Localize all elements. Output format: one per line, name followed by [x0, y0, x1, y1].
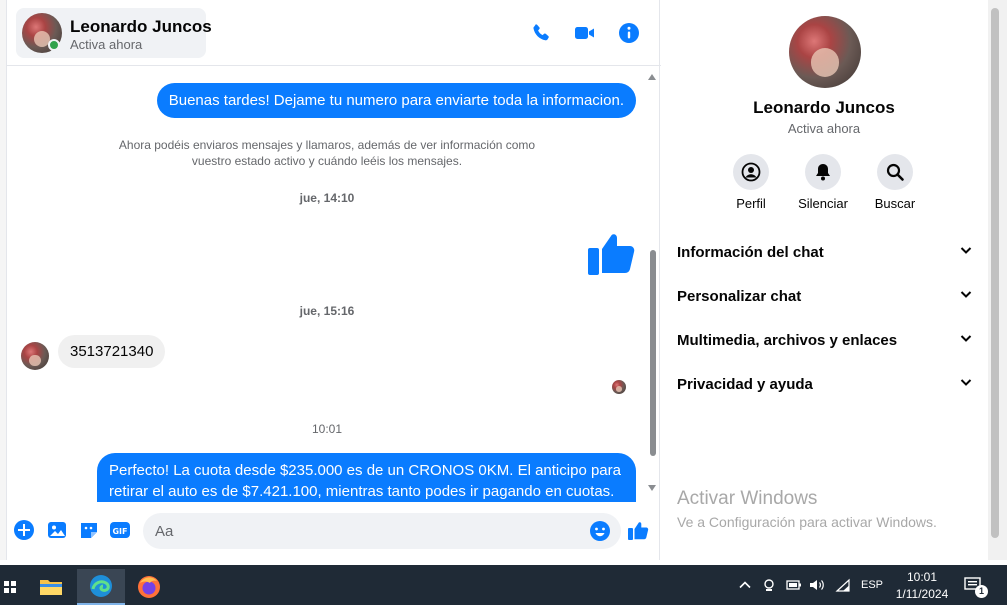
action-label: Silenciar: [798, 196, 848, 211]
video-call-icon[interactable]: [573, 21, 597, 45]
svg-text:GIF: GIF: [112, 527, 127, 536]
message-input[interactable]: [155, 521, 575, 541]
section-label: Información del chat: [677, 243, 824, 261]
info-icon[interactable]: [617, 21, 641, 45]
contact-chip[interactable]: Leonardo Juncos Activa ahora: [16, 8, 212, 58]
profile-icon: [733, 154, 769, 190]
online-indicator: [48, 39, 60, 51]
sticker-icon[interactable]: [78, 519, 100, 541]
bell-icon: [805, 154, 841, 190]
action-label: Buscar: [874, 196, 916, 211]
contact-status: Activa ahora: [70, 37, 143, 52]
language-indicator[interactable]: ESP: [861, 565, 883, 605]
file-explorer-icon[interactable]: [27, 569, 75, 605]
chevron-down-icon: [959, 243, 973, 262]
like-button[interactable]: [627, 519, 649, 541]
edge-browser-icon[interactable]: [77, 569, 125, 605]
conversation-info-panel: Leonardo Juncos Activa ahora Perfil Sile…: [661, 0, 987, 560]
emoji-icon[interactable]: [589, 520, 611, 542]
volume-icon[interactable]: [809, 565, 825, 605]
timestamp: jue, 14:10: [299, 191, 355, 205]
profile-button[interactable]: Perfil: [716, 154, 786, 211]
profile-avatar[interactable]: [789, 16, 861, 88]
message-list[interactable]: Buenas tardes! Dejame tu numero para env…: [7, 66, 661, 502]
message-line: Perfecto! La cuota desde $235.000 es de …: [109, 462, 621, 479]
chat-header: Leonardo Juncos Activa ahora: [7, 0, 661, 66]
section-chat-info[interactable]: Información del chat: [677, 232, 973, 272]
section-label: Privacidad y ayuda: [677, 375, 813, 393]
activation-watermark-title: Activar Windows: [677, 488, 818, 509]
chat-pane: Leonardo Juncos Activa ahora Buenas tard…: [6, 0, 661, 560]
windows-taskbar: ESP 10:01 1/11/2024 1: [0, 565, 1007, 605]
message-bubble-outgoing[interactable]: Buenas tardes! Dejame tu numero para env…: [156, 83, 636, 118]
info-contact-status: Activa ahora: [787, 121, 861, 136]
message-bubble-outgoing[interactable]: Perfecto! La cuota desde $235.000 es de …: [97, 453, 636, 502]
system-note-line: Ahora podéis enviaros mensajes y llamaro…: [118, 138, 536, 152]
section-label: Multimedia, archivos y enlaces: [677, 331, 898, 349]
message-bubble-incoming[interactable]: 3513721340: [58, 335, 166, 368]
sender-avatar: [21, 342, 49, 370]
info-contact-name: Leonardo Juncos: [753, 98, 895, 117]
messenger-window: Leonardo Juncos Activa ahora Buenas tard…: [0, 0, 1007, 605]
webcam-icon[interactable]: [762, 565, 776, 605]
thumbs-up-sticker[interactable]: [585, 226, 637, 278]
action-label: Perfil: [736, 196, 766, 211]
message-composer: GIF: [7, 506, 661, 556]
section-label: Personalizar chat: [677, 287, 802, 305]
image-icon[interactable]: [46, 519, 68, 541]
clock-time: 10:01: [906, 570, 938, 584]
message-input-box[interactable]: [143, 513, 621, 549]
chevron-down-icon: [959, 331, 973, 350]
scroll-up-arrow[interactable]: [648, 74, 656, 80]
section-customize-chat[interactable]: Personalizar chat: [677, 276, 973, 316]
battery-icon[interactable]: [786, 565, 802, 605]
page-scrollbar-thumb[interactable]: [991, 8, 999, 538]
section-media-files[interactable]: Multimedia, archivos y enlaces: [677, 320, 973, 360]
plus-icon[interactable]: [13, 519, 35, 541]
clock-date: 1/11/2024: [895, 587, 949, 601]
chevron-down-icon: [959, 287, 973, 306]
system-note: Ahora podéis enviaros mensajes y llamaro…: [7, 137, 647, 169]
wifi-icon[interactable]: [835, 565, 851, 605]
timestamp: 10:01: [311, 422, 343, 436]
notification-badge: 1: [975, 585, 988, 598]
system-note-line: vuestro estado activo y cuándo leéis los…: [191, 154, 463, 168]
search-icon: [877, 154, 913, 190]
contact-name: Leonardo Juncos: [70, 17, 212, 36]
mute-button[interactable]: Silenciar: [788, 154, 858, 211]
clock[interactable]: 10:01 1/11/2024: [888, 569, 956, 603]
firefox-icon[interactable]: [125, 569, 173, 605]
activation-watermark-text: Ve a Configuración para activar Windows.: [677, 514, 937, 530]
timestamp: jue, 15:16: [299, 304, 355, 318]
gif-icon[interactable]: GIF: [109, 519, 131, 541]
message-line: retirar el auto es de $7.421.100, mientr…: [109, 483, 615, 500]
scroll-down-arrow[interactable]: [648, 485, 656, 491]
chevron-down-icon: [959, 375, 973, 394]
phone-icon[interactable]: [529, 21, 553, 45]
search-button[interactable]: Buscar: [860, 154, 930, 211]
chevron-up-icon[interactable]: [738, 565, 752, 605]
section-privacy-help[interactable]: Privacidad y ayuda: [677, 364, 973, 404]
chat-scrollbar-thumb[interactable]: [650, 250, 656, 456]
read-receipt-avatar: [612, 380, 626, 394]
